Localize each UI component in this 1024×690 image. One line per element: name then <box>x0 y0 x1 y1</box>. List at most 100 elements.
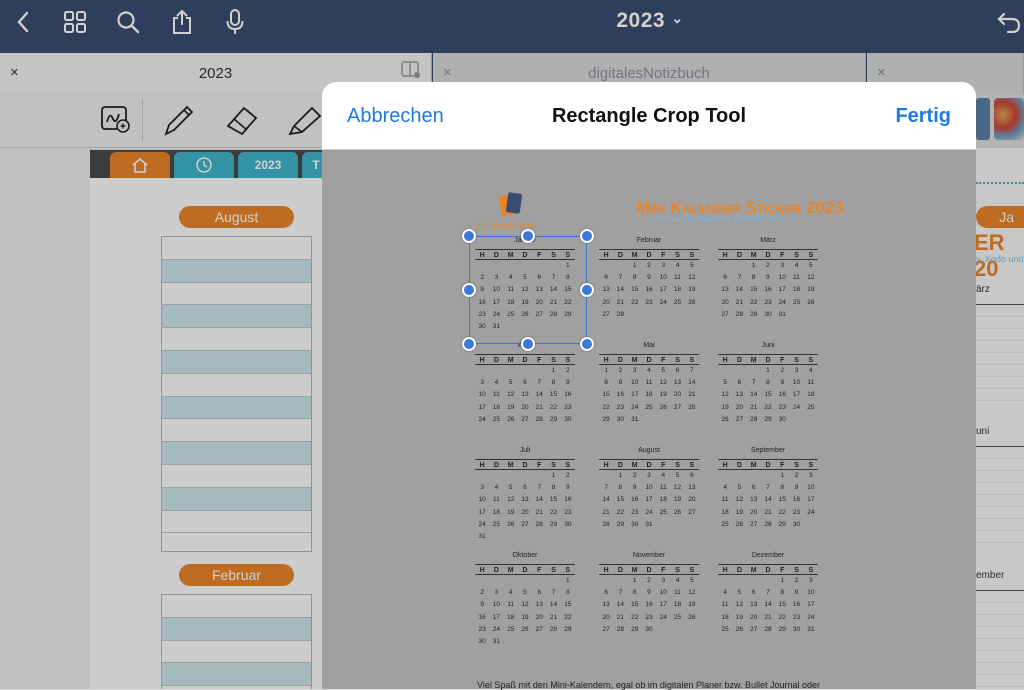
weekday-label: M <box>507 462 514 469</box>
grid-icon[interactable] <box>60 7 90 37</box>
crop-handle-top-middle[interactable] <box>521 229 535 243</box>
day-cell: 7 <box>618 274 623 282</box>
day-cell: 5 <box>737 589 742 597</box>
weekday-label: D <box>493 462 499 469</box>
day-cell: 11 <box>721 496 729 504</box>
day-cell <box>747 470 761 482</box>
month-pill-februar[interactable]: Februar <box>179 564 294 586</box>
day-cell: 3 <box>794 367 799 374</box>
split-view-icon[interactable] <box>401 61 421 83</box>
day-cell: 28 <box>764 625 772 633</box>
day-cell: 25 <box>492 520 501 528</box>
day-cell: 10 <box>792 379 801 387</box>
crop-handle-bottom-left[interactable] <box>462 337 476 351</box>
day-cell: 5 <box>723 379 727 387</box>
weekday-header: HDMDFSS <box>718 459 818 470</box>
day-cell: 29 <box>602 415 610 423</box>
day-cell: 4 <box>508 589 513 597</box>
crop-handle-top-right[interactable] <box>580 229 594 243</box>
month-pill-august[interactable]: August <box>179 206 294 228</box>
day-cell: 6 <box>723 274 727 282</box>
weekday-label: D <box>765 462 771 469</box>
day-cell: 22 <box>750 298 758 306</box>
month-calendar: Dezember H D M D F S S 1 2 3 4 5 6 7 8 9 10 11 12 13 14 15 16 17… <box>718 552 818 636</box>
crop-handle-bottom-middle[interactable] <box>521 337 535 351</box>
microphone-icon[interactable] <box>220 7 250 37</box>
day-cell <box>504 365 518 377</box>
day-cell: 27 <box>688 508 696 516</box>
weekday-label: H <box>603 462 609 469</box>
crop-handle-bottom-right[interactable] <box>580 337 594 351</box>
day-cell: 25 <box>792 298 801 306</box>
day-cell: 16 <box>645 286 653 294</box>
day-cell: 31 <box>631 415 639 423</box>
day-cell <box>670 519 684 531</box>
week-row: 27 28 <box>599 309 699 321</box>
close-icon[interactable]: × <box>877 64 886 81</box>
month-name: August <box>638 447 660 454</box>
day-cell: 14 <box>616 286 625 294</box>
day-cell: 25 <box>807 403 815 411</box>
day-cell <box>685 414 699 426</box>
home-tab[interactable] <box>110 152 170 178</box>
year-tab[interactable]: 2023 <box>238 152 298 178</box>
crop-handle-middle-right[interactable] <box>580 283 594 297</box>
day-cell: 22 <box>778 613 786 621</box>
weekday-label: F <box>661 567 666 574</box>
day-cell: 30 <box>478 637 486 645</box>
day-cell: 1 <box>566 577 570 584</box>
weekday-label: M <box>631 252 638 259</box>
day-cell <box>656 414 670 426</box>
day-cell: 27 <box>535 625 543 633</box>
month-pill-januar-peek[interactable]: Ja <box>976 206 1024 228</box>
day-cell: 1 <box>766 367 770 374</box>
day-cell: 24 <box>792 403 801 411</box>
peek-month-3: ember <box>976 570 1005 581</box>
day-cell: 9 <box>794 484 799 492</box>
crop-handle-middle-left[interactable] <box>462 283 476 297</box>
day-cell: 22 <box>631 298 639 306</box>
back-icon[interactable] <box>8 7 38 37</box>
eraser-icon[interactable] <box>222 102 262 143</box>
week-row: 27 28 29 30 <box>599 624 699 636</box>
week-row: 27 28 29 30 31 <box>718 309 818 321</box>
crop-selection[interactable] <box>469 236 587 344</box>
weekday-label: S <box>675 567 680 574</box>
day-cell: 17 <box>659 286 667 294</box>
done-button[interactable]: Fertig <box>895 105 951 128</box>
day-cell: 17 <box>778 286 786 294</box>
day-cell: 23 <box>792 613 801 621</box>
day-cell: 23 <box>478 625 486 633</box>
home-icon <box>132 157 148 173</box>
day-cell: 14 <box>764 601 772 609</box>
day-cell <box>685 519 699 531</box>
document-title[interactable]: 2023 ⌄ <box>560 9 740 33</box>
share-icon[interactable] <box>167 7 197 37</box>
day-cell: 22 <box>764 403 772 411</box>
clock-tab[interactable] <box>174 152 234 178</box>
pen-icon[interactable] <box>162 102 196 143</box>
day-cell: 1 <box>632 262 637 269</box>
day-cell: 27 <box>735 415 744 423</box>
week-row: 17 18 19 20 21 22 23 <box>475 402 575 414</box>
day-cell: 14 <box>764 496 772 504</box>
day-cell: 19 <box>807 286 815 294</box>
weekday-header: HDMDFSS <box>475 564 575 575</box>
week-row: 1 2 3 4 5 <box>599 260 699 272</box>
month-name: September <box>750 447 786 454</box>
day-cell: 13 <box>750 496 758 504</box>
planner-nav: 2023 T <box>90 150 330 178</box>
day-cell: 28 <box>535 520 543 528</box>
day-cell: 1 <box>551 472 556 479</box>
day-cell <box>518 575 532 587</box>
day-cell: 14 <box>535 391 543 399</box>
day-cell: 23 <box>631 508 639 516</box>
highlighter-icon[interactable] <box>286 102 326 143</box>
day-cell: 22 <box>549 403 558 411</box>
crop-handle-top-left[interactable] <box>462 229 476 243</box>
weekday-label: D <box>522 357 528 364</box>
search-icon[interactable] <box>113 7 143 37</box>
undo-icon[interactable] <box>994 7 1024 37</box>
lasso-zoom-icon[interactable] <box>100 105 132 140</box>
day-cell: 10 <box>478 496 486 504</box>
